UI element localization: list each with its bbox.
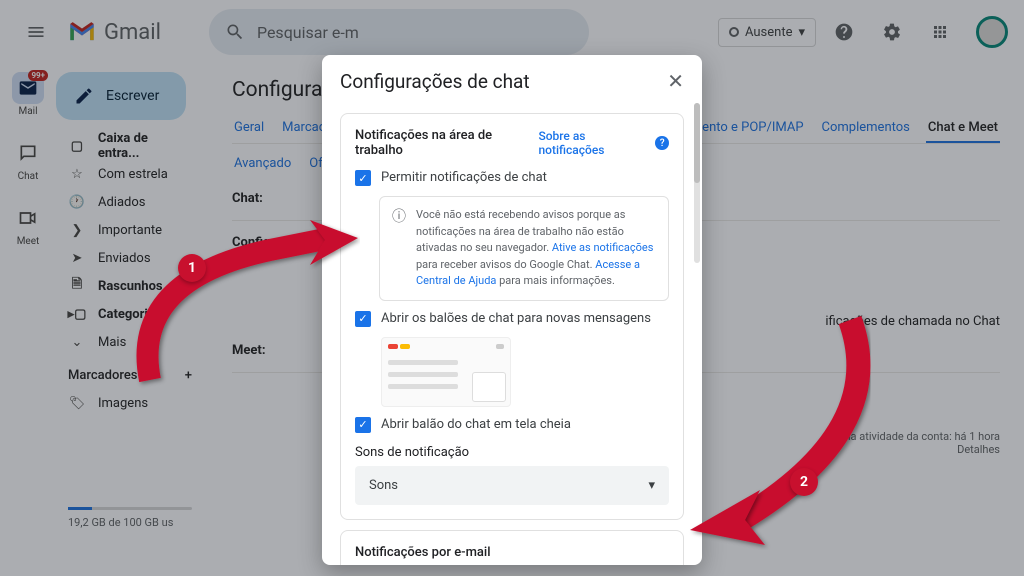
checkbox-checked-icon: ✓ (355, 170, 371, 186)
desktop-notifications-card: Notificações na área de trabalho Sobre a… (340, 113, 684, 520)
enable-notifications-link[interactable]: Ative as notificações (552, 241, 654, 254)
info-icon: ⓘ (392, 207, 406, 290)
sounds-label: Sons de notificação (355, 445, 669, 460)
scrollbar[interactable] (694, 103, 700, 263)
dropdown-arrow-icon: ▾ (648, 478, 655, 493)
dialog-title: Configurações de chat (340, 70, 530, 93)
section-title: Notificações por e-mail (355, 545, 491, 560)
close-icon[interactable]: ✕ (667, 69, 684, 93)
annotation-arrow-2 (680, 310, 900, 550)
open-balloons-checkbox[interactable]: ✓ Abrir os balões de chat para novas men… (355, 311, 669, 327)
email-notifications-card: Notificações por e-mail Receber um e-mai… (340, 530, 684, 566)
sounds-dropdown[interactable]: Sons ▾ (355, 466, 669, 505)
preview-thumbnail (381, 337, 511, 407)
allow-notifications-checkbox[interactable]: ✓ Permitir notificações de chat (355, 170, 669, 186)
info-box: ⓘ Você não está recebendo avisos porque … (379, 196, 669, 301)
annotation-arrow-1 (130, 220, 360, 400)
fullscreen-balloon-checkbox[interactable]: ✓ Abrir balão do chat em tela cheia (355, 417, 669, 433)
help-badge-icon: ? (655, 136, 669, 150)
about-notifications-link[interactable]: Sobre as notificações ? (538, 129, 669, 157)
section-title: Notificações na área de trabalho (355, 128, 538, 158)
chat-settings-dialog: Configurações de chat ✕ Notificações na … (322, 55, 702, 565)
checkbox-checked-icon: ✓ (355, 417, 371, 433)
